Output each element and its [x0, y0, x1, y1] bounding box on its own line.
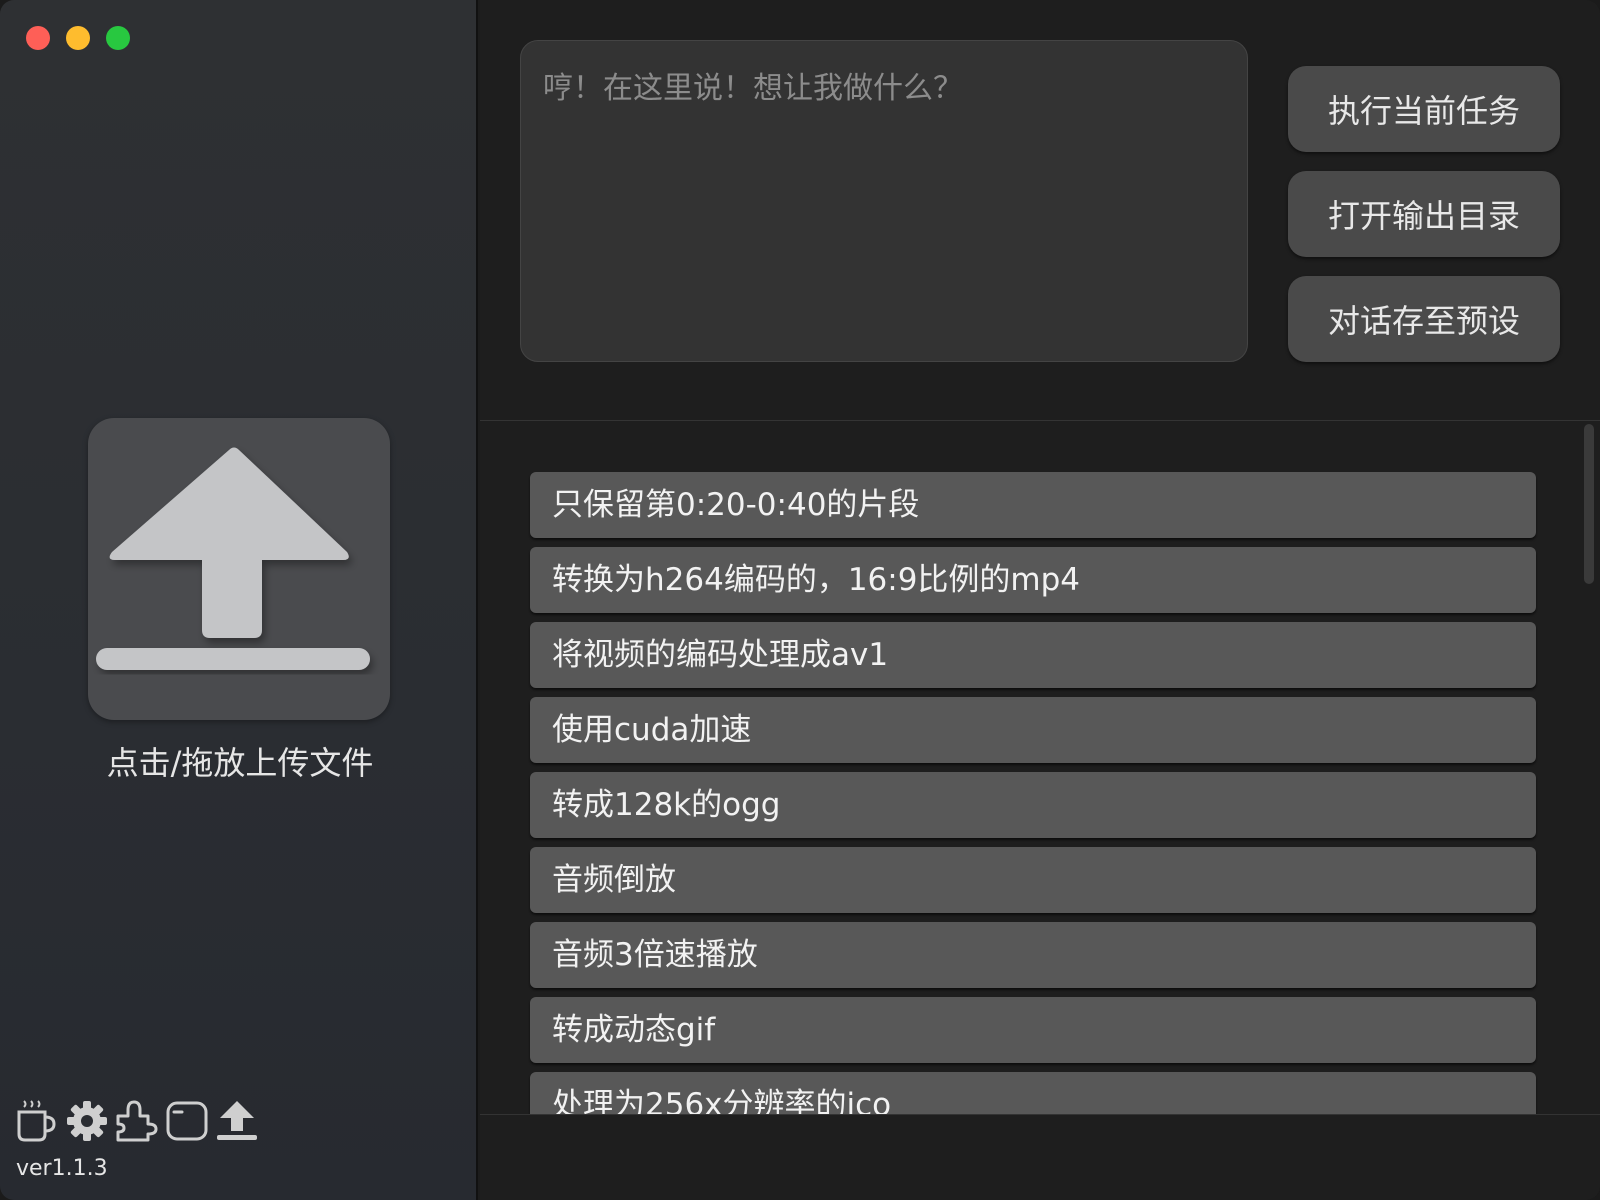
plugin-icon[interactable] — [114, 1098, 160, 1144]
preset-item[interactable]: 音频倒放 — [530, 847, 1536, 913]
window-minimize-button[interactable] — [66, 26, 90, 50]
bottom-bar — [480, 1114, 1600, 1200]
execute-task-button[interactable]: 执行当前任务 — [1288, 66, 1560, 152]
preset-item[interactable]: 处理为256x分辨率的ico — [530, 1072, 1536, 1114]
terminal-icon[interactable] — [164, 1098, 210, 1144]
upload-arrow-icon — [96, 447, 370, 670]
sidebar: 点击/拖放上传文件 ver1.1.3 — [0, 0, 478, 1200]
coffee-icon[interactable] — [14, 1098, 60, 1144]
upload-dropzone[interactable] — [88, 418, 390, 720]
window-zoom-button[interactable] — [106, 26, 130, 50]
main-panel: 执行当前任务 打开输出目录 对话存至预设 只保留第0:20-0:40的片段 转换… — [480, 0, 1600, 1200]
upload-icon[interactable] — [214, 1098, 260, 1144]
open-output-dir-button[interactable]: 打开输出目录 — [1288, 171, 1560, 257]
preset-item[interactable]: 转成128k的ogg — [530, 772, 1536, 838]
preset-item[interactable]: 转换为h264编码的，16:9比例的mp4 — [530, 547, 1536, 613]
preset-item[interactable]: 将视频的编码处理成av1 — [530, 622, 1536, 688]
upload-label: 点击/拖放上传文件 — [106, 744, 374, 782]
gear-icon[interactable] — [64, 1098, 110, 1144]
app-window: 点击/拖放上传文件 ver1.1.3 哼！在这里说！想让我做什么？ 执行当前任务… — [0, 0, 1600, 1200]
save-preset-button[interactable]: 对话存至预设 — [1288, 276, 1560, 362]
window-close-button[interactable] — [26, 26, 50, 50]
preset-scrollbar[interactable] — [1584, 424, 1594, 584]
preset-item[interactable]: 转成动态gif — [530, 997, 1536, 1063]
preset-item[interactable]: 只保留第0:20-0:40的片段 — [530, 472, 1536, 538]
prompt-input[interactable] — [520, 40, 1248, 362]
preset-item[interactable]: 使用cuda加速 — [530, 697, 1536, 763]
preset-list: 只保留第0:20-0:40的片段 转换为h264编码的，16:9比例的mp4 将… — [530, 472, 1536, 1114]
version-label: ver1.1.3 — [16, 1156, 108, 1181]
preset-item[interactable]: 音频3倍速播放 — [530, 922, 1536, 988]
preset-list-container: 只保留第0:20-0:40的片段 转换为h264编码的，16:9比例的mp4 将… — [480, 421, 1600, 1114]
